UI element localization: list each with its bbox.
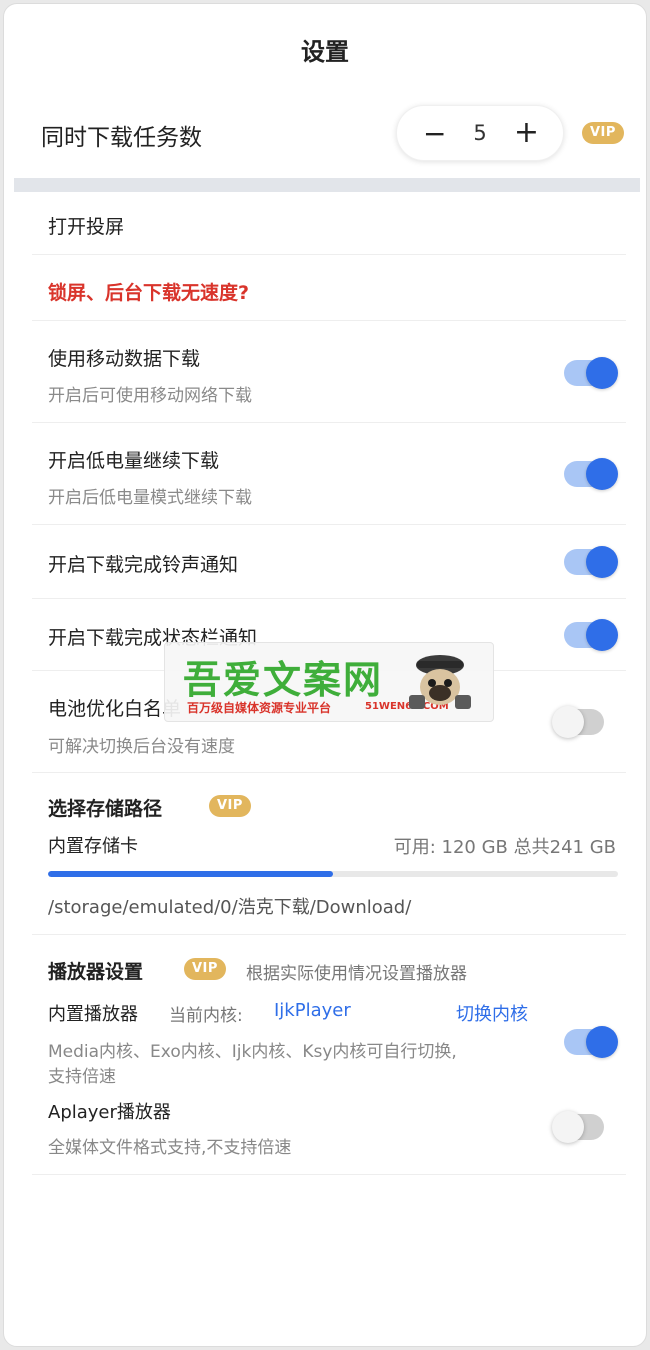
aplayer-toggle[interactable]: [552, 1111, 604, 1143]
divider: [32, 320, 626, 321]
statusbar-notify-toggle[interactable]: [564, 619, 618, 651]
open-cast-label: 打开投屏: [48, 216, 125, 238]
low-battery-label: 开启低电量继续下载: [48, 450, 220, 472]
player-settings-label: 播放器设置: [48, 961, 144, 983]
divider: [32, 934, 626, 935]
divider: [32, 422, 626, 423]
toggle-knob: [552, 706, 584, 738]
storage-path-label: 选择存储路径: [48, 798, 163, 820]
storage-usage-bar: [48, 871, 618, 877]
divider: [32, 1174, 626, 1175]
divider: [32, 598, 626, 599]
lockscreen-no-speed-link[interactable]: 锁屏、后台下载无速度?: [48, 278, 249, 305]
toggle-knob: [586, 458, 618, 490]
divider: [32, 254, 626, 255]
low-battery-toggle[interactable]: [564, 458, 618, 490]
aplayer-desc: 全媒体文件格式支持,不支持倍速: [48, 1138, 292, 1158]
player-settings-hint: 根据实际使用情况设置播放器: [246, 964, 467, 984]
toggle-knob: [586, 357, 618, 389]
battery-whitelist-desc: 可解决切换后台没有速度: [48, 737, 235, 757]
watermark-slogan: 百万级自媒体资源专业平台: [187, 701, 332, 715]
low-battery-desc: 开启后低电量模式继续下载: [48, 488, 252, 508]
concurrent-tasks-stepper: − 5 +: [396, 105, 564, 161]
open-cast-item[interactable]: 打开投屏: [48, 212, 608, 242]
pug-mascot-icon: [409, 655, 471, 709]
watermark-overlay: 吾爱文案网 百万级自媒体资源专业平台 51WEN66.COM: [164, 642, 494, 722]
aplayer-label: Aplayer播放器: [48, 1102, 171, 1123]
battery-whitelist-toggle[interactable]: [552, 706, 604, 738]
switch-core-link[interactable]: 切换内核: [456, 1000, 528, 1026]
storage-capacity: 可用: 120 GB 总共241 GB: [393, 837, 616, 858]
battery-whitelist-label: 电池优化白名单: [48, 698, 182, 720]
builtin-player-label: 内置播放器: [48, 1004, 138, 1025]
settings-screen: 设置 同时下载任务数 − 5 + VIP 打开投屏 锁屏、后台下载无速度? 使用…: [3, 3, 647, 1347]
builtin-player-toggle[interactable]: [564, 1026, 618, 1058]
divider: [32, 772, 626, 773]
storage-usage-fill: [48, 871, 333, 877]
current-core-name: IjkPlayer: [274, 1000, 351, 1021]
divider: [32, 524, 626, 525]
increment-button[interactable]: +: [514, 115, 539, 150]
toggle-knob: [552, 1111, 584, 1143]
builtin-player-desc: Media内核、Exo内核、Ijk内核、Ksy内核可自行切换,: [48, 1042, 457, 1062]
toggle-knob: [586, 619, 618, 651]
section-separator: [14, 178, 640, 192]
ringtone-notify-toggle[interactable]: [564, 546, 618, 578]
toggle-knob: [586, 546, 618, 578]
ringtone-notify-label: 开启下载完成铃声通知: [48, 554, 239, 576]
vip-badge: VIP: [582, 122, 624, 144]
storage-path-value[interactable]: /storage/emulated/0/浩克下载/Download/: [48, 893, 411, 919]
current-core-prefix: 当前内核:: [169, 1006, 243, 1026]
page-title: 设置: [301, 38, 349, 66]
vip-badge: VIP: [209, 795, 251, 817]
mobile-data-label: 使用移动数据下载: [48, 348, 201, 370]
builtin-player-desc-2: 支持倍速: [48, 1067, 116, 1087]
mobile-data-toggle[interactable]: [564, 357, 618, 389]
mobile-data-desc: 开启后可使用移动网络下载: [48, 386, 252, 406]
toggle-knob: [586, 1026, 618, 1058]
watermark-title: 吾爱文案网: [183, 658, 384, 702]
vip-badge: VIP: [184, 958, 226, 980]
storage-card-label: 内置存储卡: [48, 836, 138, 857]
concurrent-tasks-label: 同时下载任务数: [41, 125, 202, 151]
